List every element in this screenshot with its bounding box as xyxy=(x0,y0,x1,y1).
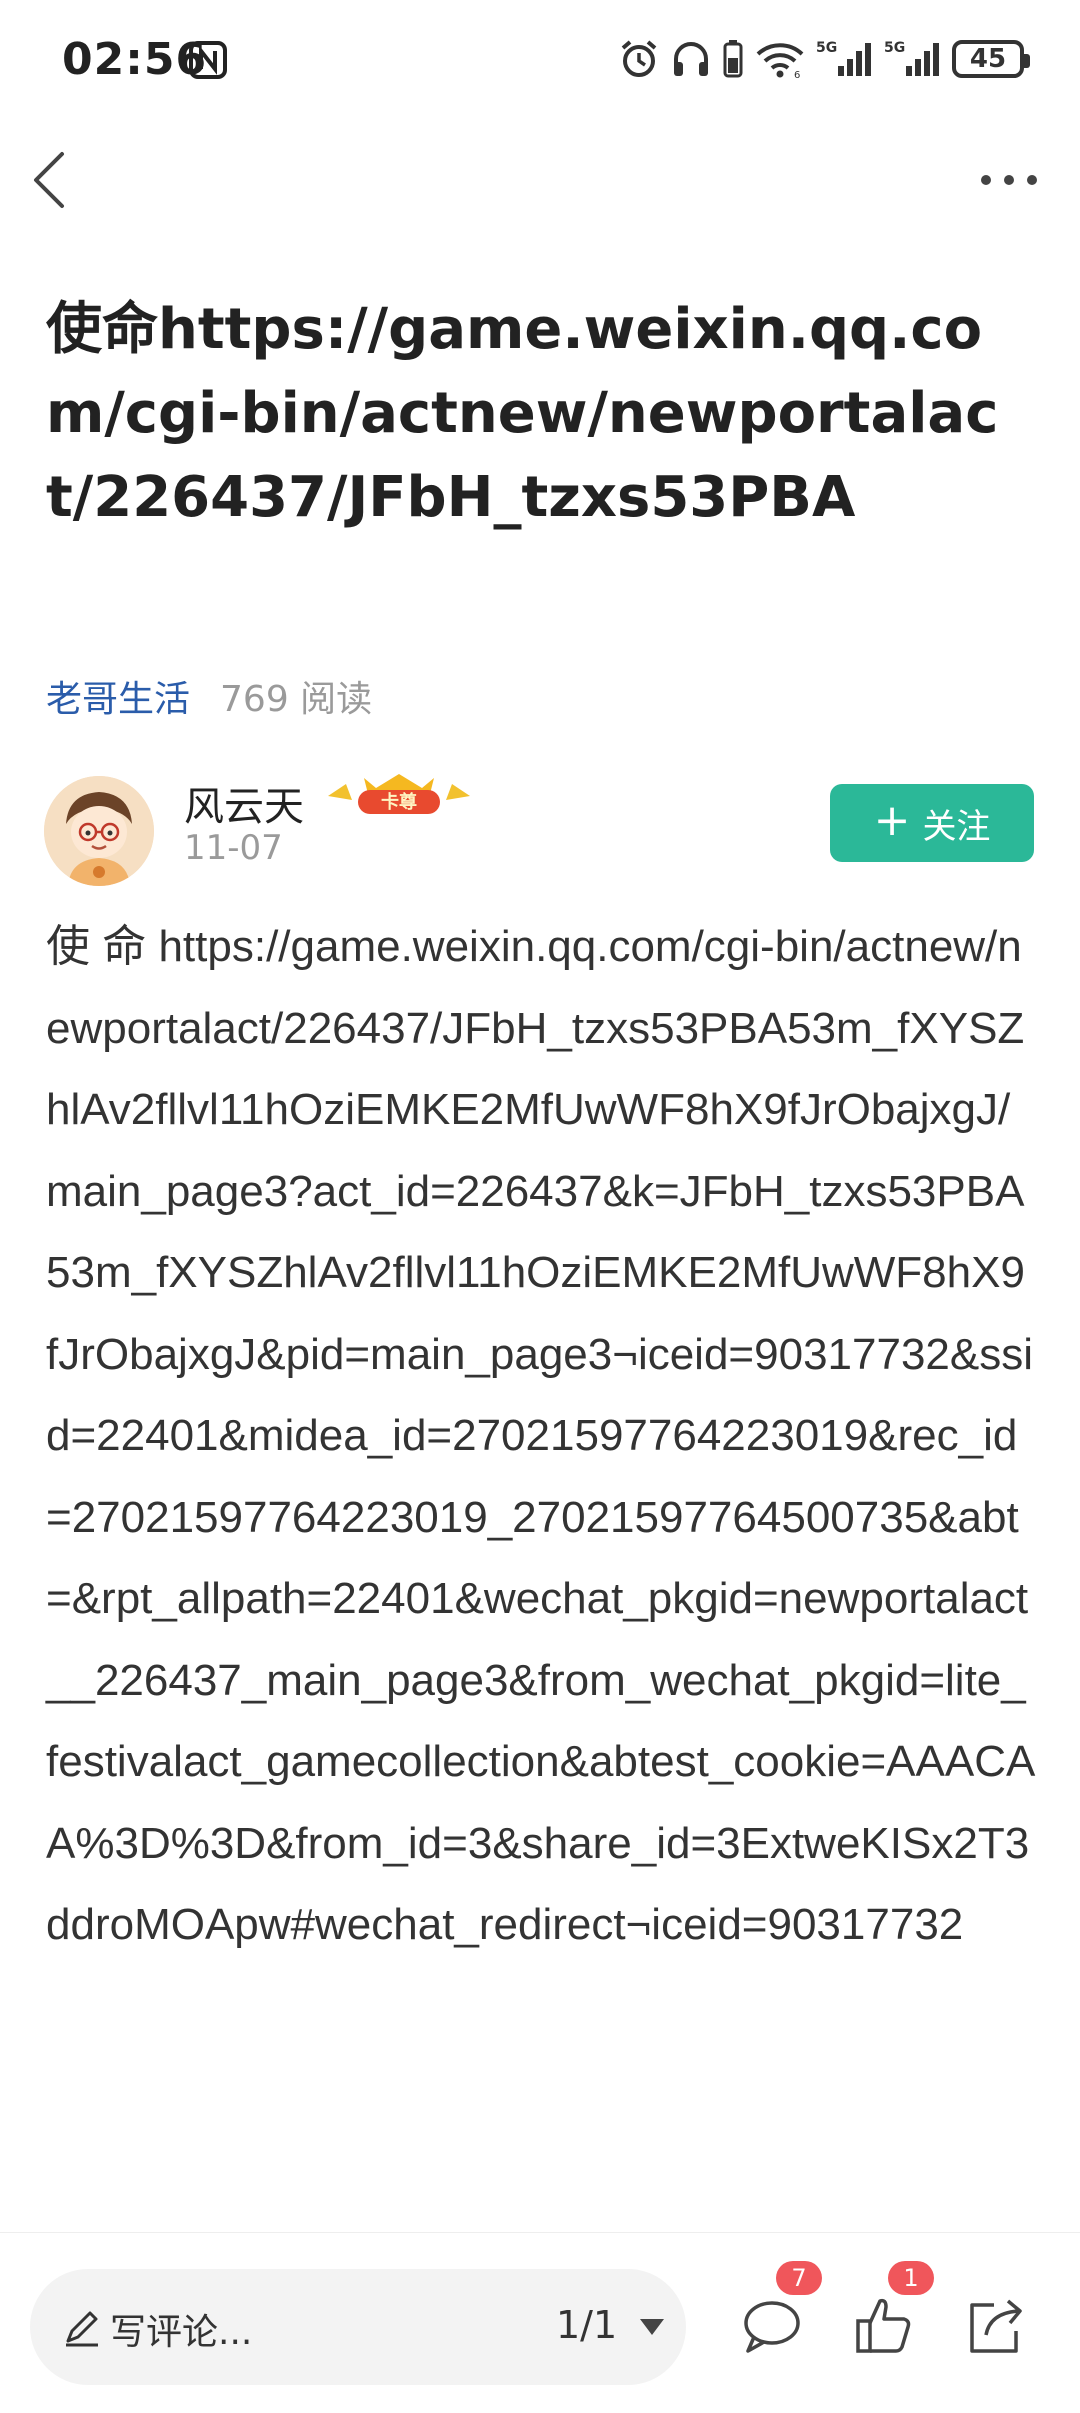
comment-count-badge: 7 xyxy=(776,2261,822,2295)
battery-level: 45 xyxy=(969,44,1007,74)
svg-text:5G: 5G xyxy=(884,40,905,56)
status-icons: 6 5G 5G 45 xyxy=(618,38,1030,80)
comment-input[interactable]: 写评论... 1/1 xyxy=(30,2269,686,2385)
follow-label: 关注 xyxy=(922,806,991,847)
more-options-icon[interactable] xyxy=(974,160,1044,200)
author-name[interactable]: 风云天 xyxy=(184,774,304,832)
pencil-icon xyxy=(66,2311,98,2347)
read-count: 769 阅读 xyxy=(220,679,373,720)
article-source[interactable]: 老哥生活 xyxy=(46,670,190,722)
bottom-action-bar: 写评论... 1/1 7 1 xyxy=(0,2232,1080,2413)
plus-icon: + xyxy=(873,795,911,846)
article-body: 使 命 https://game.weixin.qq.com/cgi-bin/a… xyxy=(46,922,1036,1949)
battery-icon: 45 xyxy=(952,40,1030,78)
svg-text:5G: 5G xyxy=(816,40,837,56)
wifi-icon: 6 xyxy=(756,43,804,80)
like-count-badge: 1 xyxy=(888,2261,934,2295)
article-title: 使命https://game.weixin.qq.com/cgi-bin/act… xyxy=(46,297,999,530)
author-row: 风云天 卡尊 11-07 + 关注 xyxy=(44,770,1034,890)
share-button[interactable] xyxy=(960,2291,1030,2361)
top-nav xyxy=(0,130,1080,230)
follow-button[interactable]: + 关注 xyxy=(830,784,1034,862)
signal-5g-2-icon: 5G xyxy=(884,40,939,76)
comment-placeholder: 写评论... xyxy=(110,2312,253,2353)
headphone-battery-icon xyxy=(723,40,743,78)
headphones-icon xyxy=(674,42,708,76)
post-date: 11-07 xyxy=(184,828,283,868)
vip-badge-label: 卡尊 xyxy=(381,791,417,813)
status-bar: 02:56 6 5G 5G 45 xyxy=(0,0,1080,120)
status-time: 02:56 xyxy=(62,34,208,85)
alarm-icon xyxy=(621,40,657,77)
caret-down-icon[interactable] xyxy=(638,2317,666,2337)
page-indicator[interactable]: 1/1 xyxy=(556,2303,617,2347)
like-button[interactable]: 1 xyxy=(848,2261,934,2361)
back-icon[interactable] xyxy=(24,150,84,210)
nfc-icon xyxy=(189,41,227,79)
article-meta: 老哥生活 769 阅读 xyxy=(46,670,372,722)
svg-text:6: 6 xyxy=(794,70,800,80)
comment-icon xyxy=(744,2301,800,2353)
share-icon xyxy=(970,2299,1022,2353)
comments-button[interactable]: 7 xyxy=(736,2261,822,2361)
signal-5g-icon: 5G xyxy=(816,40,871,76)
avatar[interactable] xyxy=(44,776,154,886)
vip-crown-badge: 卡尊 xyxy=(328,774,470,814)
avatar-illustration xyxy=(44,776,154,886)
thumbs-up-icon xyxy=(856,2298,911,2353)
